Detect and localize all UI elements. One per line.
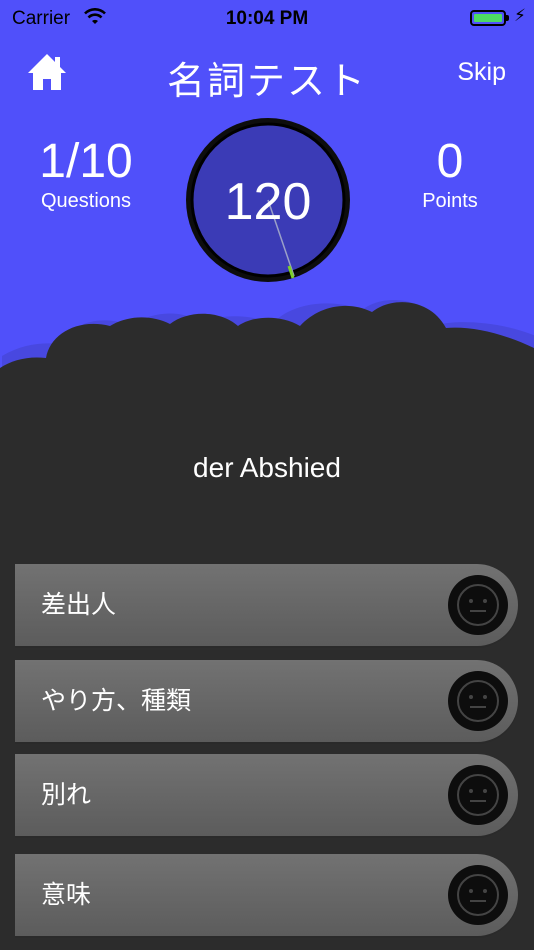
countdown-timer: 120	[182, 114, 354, 286]
answer-label: やり方、種類	[41, 687, 192, 715]
status-bar: Carrier 10:04 PM ⚡	[0, 0, 534, 38]
question-counter: 1/10 Questions	[28, 138, 144, 213]
battery-icon	[470, 10, 506, 26]
answer-label: 意味	[41, 881, 92, 909]
page-title: 名詞テスト	[166, 61, 367, 103]
neutral-face-icon	[448, 765, 508, 825]
question-word: der Abshied	[193, 452, 341, 483]
question-count: 1/10	[39, 135, 133, 188]
answer-option[interactable]: 差出人	[15, 564, 518, 646]
questions-label: Questions	[40, 190, 132, 212]
timer-value: 120	[224, 173, 312, 231]
neutral-face-icon	[448, 865, 508, 925]
answer-label: 別れ	[41, 781, 92, 809]
answer-option[interactable]: やり方、種類	[15, 660, 518, 742]
points-count: 0	[436, 135, 464, 188]
answer-label: 差出人	[41, 591, 117, 619]
neutral-face-icon	[448, 575, 508, 635]
points-counter: 0 Points	[400, 138, 500, 213]
answer-option[interactable]: 意味	[15, 854, 518, 936]
neutral-face-icon	[448, 671, 508, 731]
answer-option[interactable]: 別れ	[15, 754, 518, 836]
charging-icon: ⚡	[514, 6, 526, 25]
skip-button[interactable]: Skip	[457, 58, 506, 87]
clock: 10:04 PM	[225, 8, 309, 29]
points-label: Points	[422, 190, 478, 212]
